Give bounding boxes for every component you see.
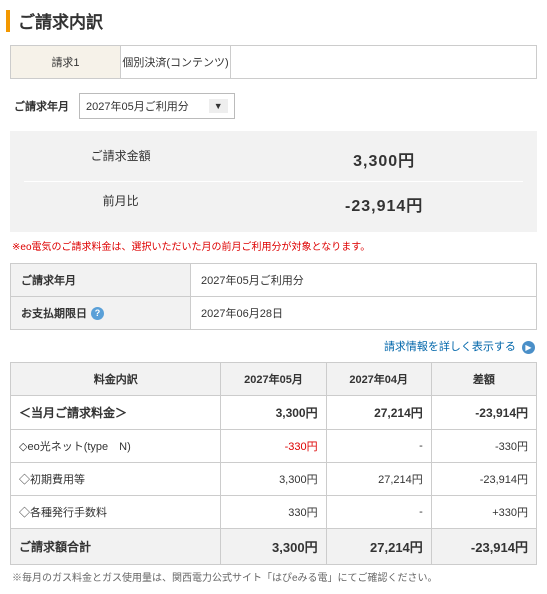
period-select-value: 2027年05月ご利用分 xyxy=(86,98,189,114)
info-row-period: ご請求年月 2027年05月ご利用分 xyxy=(11,264,536,297)
electricity-note: ※eo電気のご請求料金は、選択いただいた月の前月ご利用分が対象となります。 xyxy=(12,238,547,253)
info-due-label-text: お支払期限日 xyxy=(21,305,87,321)
col-previous: 2027年04月 xyxy=(326,363,431,396)
info-period-value: 2027年05月ご利用分 xyxy=(191,264,536,296)
row-cur: 330円 xyxy=(221,496,326,529)
summary-box: ご請求金額 3,300円 前月比 -23,914円 xyxy=(10,131,537,232)
period-label: ご請求年月 xyxy=(14,98,69,114)
breakdown-header-row: 料金内訳 2027年05月 2027年04月 差額 xyxy=(11,363,537,396)
summary-amount-label: ご請求金額 xyxy=(10,147,231,171)
breakdown-total-row: ご請求額合計 3,300円 27,214円 -23,914円 xyxy=(11,529,537,565)
title-accent xyxy=(6,10,10,32)
total-prev: 27,214円 xyxy=(326,529,431,565)
info-table: ご請求年月 2027年05月ご利用分 お支払期限日 ? 2027年06月28日 xyxy=(10,263,537,330)
row-cur: 3,300円 xyxy=(221,396,326,430)
summary-diff-row: 前月比 -23,914円 xyxy=(10,182,537,226)
tab-individual-payment[interactable]: 個別決済(コンテンツ) xyxy=(121,46,231,78)
total-diff: -23,914円 xyxy=(431,529,536,565)
detail-link[interactable]: 請求情報を詳しく表示する ▶ xyxy=(384,341,535,353)
period-selector-row: ご請求年月 2027年05月ご利用分 ▼ xyxy=(14,93,547,119)
table-row: ◇初期費用等3,300円27,214円-23,914円 xyxy=(11,463,537,496)
page-title-bar: ご請求内訳 xyxy=(6,8,547,33)
row-prev: 27,214円 xyxy=(326,463,431,496)
table-row: ◇eo光ネット(type N)-330円--330円 xyxy=(11,430,537,463)
total-label: ご請求額合計 xyxy=(11,529,221,565)
summary-diff-value: -23,914円 xyxy=(231,192,537,216)
chevron-down-icon: ▼ xyxy=(209,99,228,113)
detail-link-text: 請求情報を詳しく表示する xyxy=(384,341,516,353)
breakdown-table: 料金内訳 2027年05月 2027年04月 差額 ＜当月ご請求料金＞3,300… xyxy=(10,362,537,565)
row-label: ◇初期費用等 xyxy=(11,463,221,496)
info-row-due: お支払期限日 ? 2027年06月28日 xyxy=(11,297,536,329)
row-cur: -330円 xyxy=(221,430,326,463)
row-cur: 3,300円 xyxy=(221,463,326,496)
page-title: ご請求内訳 xyxy=(18,8,103,33)
row-prev: - xyxy=(326,496,431,529)
table-row: ◇各種発行手数料330円-+330円 xyxy=(11,496,537,529)
info-due-label: お支払期限日 ? xyxy=(11,297,191,329)
arrow-right-icon: ▶ xyxy=(522,341,535,354)
summary-amount-row: ご請求金額 3,300円 xyxy=(10,137,537,181)
col-item: 料金内訳 xyxy=(11,363,221,396)
row-prev: - xyxy=(326,430,431,463)
row-prev: 27,214円 xyxy=(326,396,431,430)
row-label: ◇eo光ネット(type N) xyxy=(11,430,221,463)
period-select[interactable]: 2027年05月ご利用分 ▼ xyxy=(79,93,235,119)
info-due-value: 2027年06月28日 xyxy=(191,297,536,329)
gas-note: ※毎月のガス料金とガス使用量は、関西電力公式サイト「はぴeみる電」にてご確認くだ… xyxy=(12,569,547,584)
info-period-label: ご請求年月 xyxy=(11,264,191,296)
col-current: 2027年05月 xyxy=(221,363,326,396)
tab-bar: 請求1 個別決済(コンテンツ) xyxy=(10,45,537,79)
help-icon[interactable]: ? xyxy=(91,307,104,320)
summary-diff-label: 前月比 xyxy=(10,192,231,216)
row-diff: -23,914円 xyxy=(431,463,536,496)
row-diff: +330円 xyxy=(431,496,536,529)
row-label: ＜当月ご請求料金＞ xyxy=(11,396,221,430)
row-diff: -23,914円 xyxy=(431,396,536,430)
col-diff: 差額 xyxy=(431,363,536,396)
tab-billing-1[interactable]: 請求1 xyxy=(11,46,121,78)
table-row: ＜当月ご請求料金＞3,300円27,214円-23,914円 xyxy=(11,396,537,430)
detail-link-row: 請求情報を詳しく表示する ▶ xyxy=(0,338,535,354)
row-diff: -330円 xyxy=(431,430,536,463)
row-label: ◇各種発行手数料 xyxy=(11,496,221,529)
summary-amount-value: 3,300円 xyxy=(231,147,537,171)
total-cur: 3,300円 xyxy=(221,529,326,565)
